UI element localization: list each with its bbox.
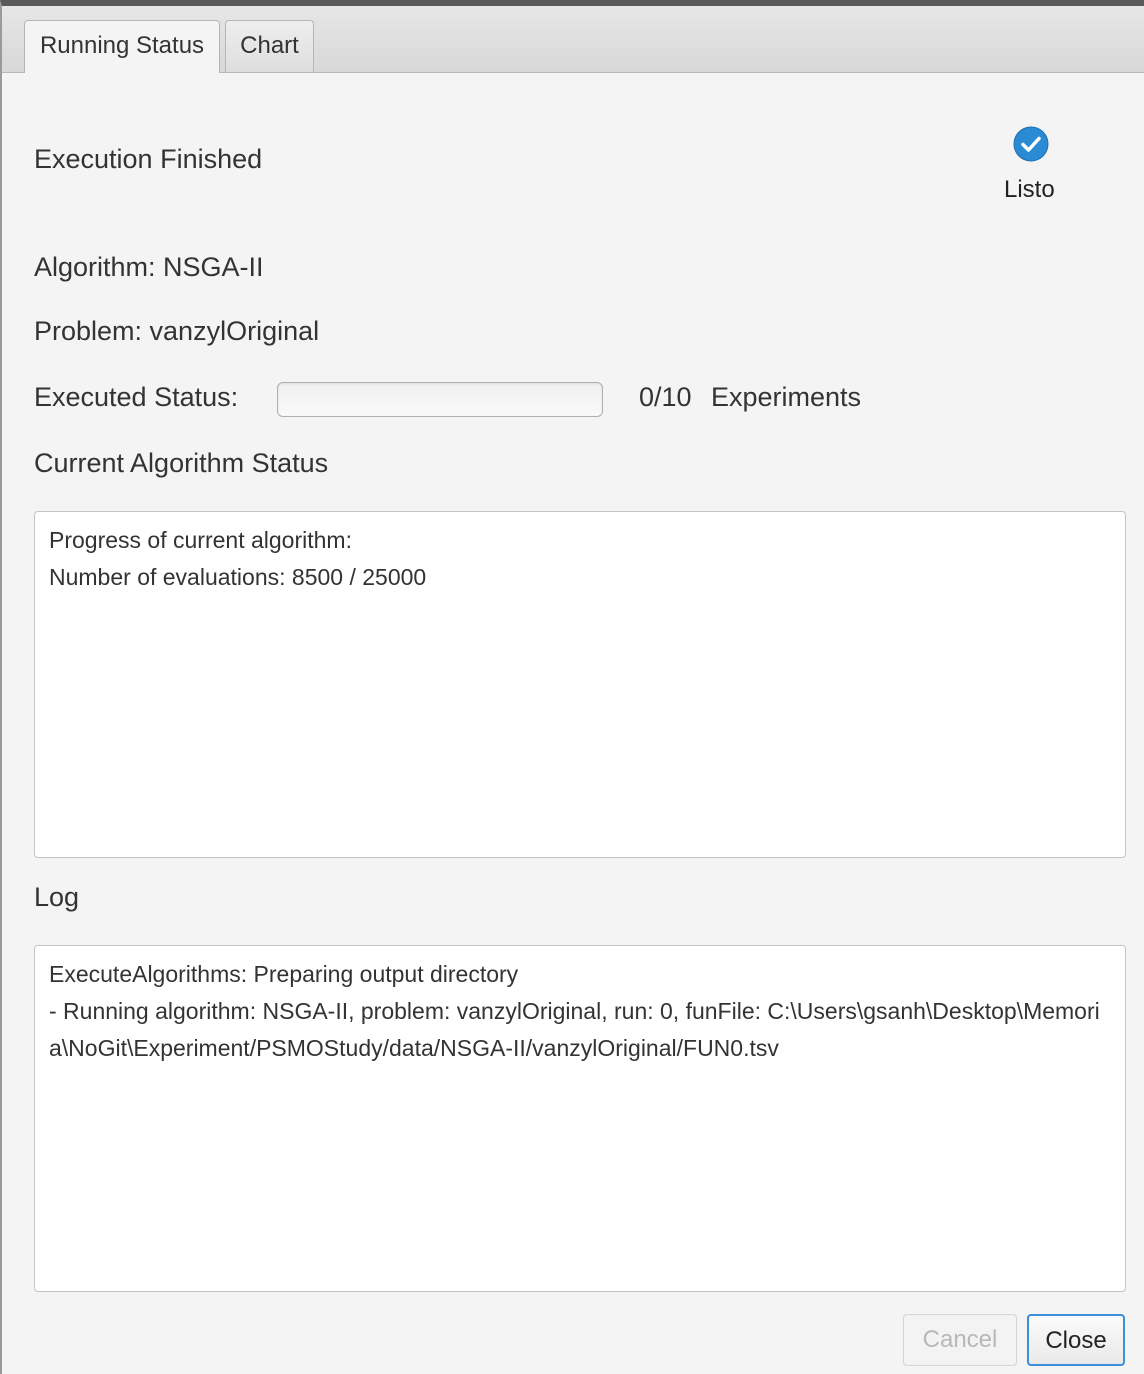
tab-running-status[interactable]: Running Status	[24, 20, 220, 73]
tab-chart[interactable]: Chart	[225, 20, 314, 72]
executed-status-label: Executed Status:	[34, 382, 239, 412]
current-status-textarea[interactable]: Progress of current algorithm: Number of…	[34, 511, 1126, 858]
execution-status-text: Execution Finished	[34, 144, 263, 174]
algorithm-label: Algorithm: NSGA-II	[34, 252, 264, 282]
status-line: Number of evaluations: 8500 / 25000	[49, 564, 427, 590]
execution-window: Running Status Chart Execution Finished …	[0, 0, 1144, 1374]
cancel-button[interactable]: Cancel	[903, 1314, 1017, 1366]
close-button[interactable]: Close	[1027, 1314, 1125, 1366]
log-textarea[interactable]: ExecuteAlgorithms: Preparing output dire…	[34, 945, 1126, 1292]
log-line: ExecuteAlgorithms: Preparing output dire…	[49, 961, 519, 987]
status-line: Progress of current algorithm:	[49, 527, 352, 553]
experiments-label: Experiments	[711, 382, 862, 412]
tab-bar: Running Status Chart	[2, 6, 1144, 73]
experiments-count: 0/10	[639, 382, 692, 412]
log-line: - Running algorithm: NSGA-II, problem: v…	[49, 998, 1100, 1061]
current-status-title: Current Algorithm Status	[34, 448, 329, 478]
ready-label: Listo	[1004, 176, 1055, 203]
log-title: Log	[34, 882, 80, 912]
check-circle-icon	[1013, 126, 1049, 162]
problem-label: Problem: vanzylOriginal	[34, 316, 320, 346]
experiments-progress-bar	[277, 382, 603, 417]
